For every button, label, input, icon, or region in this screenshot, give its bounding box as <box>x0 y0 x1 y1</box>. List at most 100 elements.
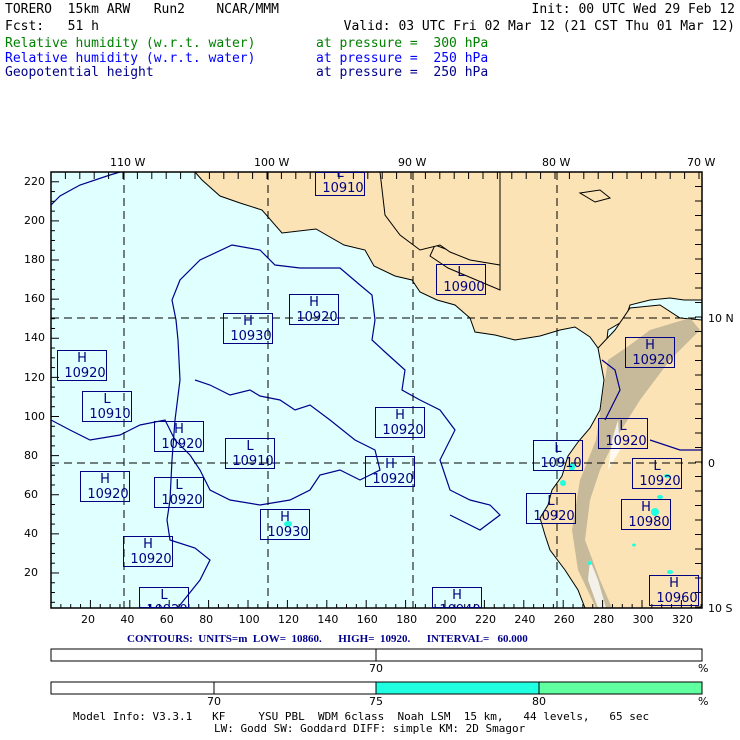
x-tick-label: 260 <box>553 613 575 626</box>
colorbar-250-seg-75-80 <box>375 681 540 695</box>
center-value: 10910 <box>232 454 274 469</box>
pressure-center-low: L10920 <box>526 493 576 524</box>
center-value: 10920 <box>639 474 681 489</box>
center-value: 10930 <box>267 525 309 540</box>
center-type: H <box>641 500 651 515</box>
center-type: H <box>309 295 319 310</box>
center-type: H <box>77 351 87 366</box>
top-lon-label: 100 W <box>254 156 290 169</box>
center-value: 10920 <box>140 603 188 607</box>
cb250-label-80: 80 <box>532 695 546 708</box>
pressure-center-high: H 10920 <box>625 337 675 368</box>
pressure-center-high: H 10920 <box>80 471 130 502</box>
model-info-line2: LW: Godd SW: Goddard DIFF: simple KM: 2D… <box>214 722 526 735</box>
pressure-center-high: H 10920 <box>154 421 204 452</box>
x-tick-label: 280 <box>593 613 615 626</box>
cb300-unit: % <box>698 662 709 675</box>
pressure-center-high: H 10980 <box>621 499 671 530</box>
center-value: 10910 <box>540 456 582 471</box>
right-lat-label: 10 S <box>708 602 733 615</box>
contours-info: CONTOURS: UNITS=m LOW= 10860. HIGH= 1092… <box>127 633 528 645</box>
center-type: L <box>653 459 661 474</box>
colorbar-250hpa <box>50 681 703 695</box>
y-tick-label: 140 <box>24 331 45 345</box>
center-value: 10960 <box>656 591 698 606</box>
cb250-unit: % <box>698 695 709 708</box>
colorbar-250-seg-80plus <box>538 681 703 695</box>
center-value: 10980 <box>628 515 670 530</box>
pressure-center-low: L 10910 <box>225 438 275 469</box>
x-tick-label: 40 <box>120 613 135 626</box>
x-tick-label: 20 <box>81 613 95 626</box>
center-value: 10920 <box>161 437 203 452</box>
center-type: H <box>452 588 462 603</box>
pressure-center-high: H 10930 <box>260 509 310 540</box>
pressure-center-low: L10920 <box>632 458 682 489</box>
center-value: 10920 <box>64 366 106 381</box>
x-tick-label: 180 <box>396 613 418 626</box>
center-value: 10920 <box>382 423 424 438</box>
x-tick-label: 140 <box>317 613 339 626</box>
pressure-center-low: L10920 <box>139 587 189 608</box>
pressure-center-low: L10920 <box>598 418 648 449</box>
center-value: 10940 <box>433 603 481 607</box>
center-value: 10910 <box>322 181 364 196</box>
center-value: 10920 <box>605 434 647 449</box>
pressure-center-high: H 10920 <box>365 456 415 487</box>
x-tick-label: 100 <box>238 613 260 626</box>
pressure-center-high: H 10920 <box>289 294 339 325</box>
x-tick-label: 60 <box>159 613 174 626</box>
y-tick-label: 100 <box>24 409 45 423</box>
center-type: H <box>280 510 290 525</box>
y-tick-label: 200 <box>24 214 45 228</box>
map-plot <box>50 171 703 695</box>
x-tick-label: 80 <box>199 613 214 626</box>
center-type: H <box>143 537 153 552</box>
pressure-center-low: L 10910 <box>533 440 583 471</box>
right-lat-label: 0 <box>708 457 715 470</box>
center-value: 10920 <box>161 493 203 508</box>
center-type: L <box>175 478 183 493</box>
top-lon-label: 80 W <box>542 156 571 169</box>
center-type: L <box>336 172 344 181</box>
center-value: 10920 <box>296 310 338 325</box>
center-value: 10930 <box>230 329 272 344</box>
x-tick-label: 200 <box>435 613 457 626</box>
x-tick-label: 160 <box>356 613 378 626</box>
pressure-center-high: H 10920 <box>57 350 107 381</box>
y-tick-label: 220 <box>24 175 45 188</box>
right-lat-label: 10 N <box>708 312 734 325</box>
x-tick-label: 240 <box>514 613 536 626</box>
pressure-center-high: H 10920 <box>375 407 425 438</box>
cb250-label-70: 70 <box>207 695 221 708</box>
center-value: 10900 <box>443 280 485 295</box>
center-type: L <box>246 439 254 454</box>
top-lon-label: 110 W <box>110 156 146 169</box>
center-type: L <box>457 265 465 280</box>
y-tick-label: 180 <box>24 253 45 267</box>
pressure-center-high: H10940 <box>432 587 482 608</box>
pressure-center-high: H 10960 <box>649 575 699 606</box>
center-value: 10920 <box>87 487 129 502</box>
weather-map-page: TORERO 15km ARW Run2 NCAR/MMM Init: 00 U… <box>0 0 740 740</box>
pressure-center-high: H 10920 <box>123 536 173 567</box>
x-tick-label: 320 <box>672 613 693 626</box>
x-tick-label: 300 <box>632 613 654 626</box>
center-type: L <box>547 494 555 509</box>
center-value: 10920 <box>372 472 414 487</box>
center-type: H <box>100 472 110 487</box>
pressure-center-low: L10920 <box>154 477 204 508</box>
x-tick-label: 120 <box>278 613 299 626</box>
y-tick-label: 40 <box>24 526 38 540</box>
pressure-center-low: L 10900 <box>436 264 486 295</box>
center-type: L <box>103 392 111 407</box>
cb250-label-75: 75 <box>369 695 383 708</box>
top-lon-label: 70 W <box>687 156 716 169</box>
center-value: 10920 <box>533 509 575 524</box>
top-lon-label: 90 W <box>398 156 427 169</box>
y-tick-label: 120 <box>24 370 45 384</box>
y-tick-label: 60 <box>24 487 38 501</box>
cb300-label-70: 70 <box>369 662 383 675</box>
y-tick-label: 160 <box>24 292 45 306</box>
center-value: 10920 <box>632 353 674 368</box>
